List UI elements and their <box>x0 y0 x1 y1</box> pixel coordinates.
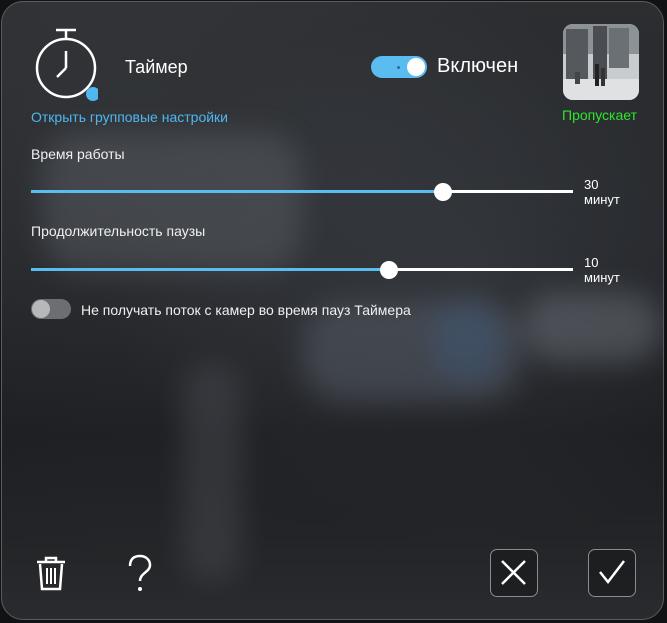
pause-duration-number: 10 <box>584 255 599 270</box>
question-mark-icon[interactable] <box>126 554 154 594</box>
background-blur <box>522 292 662 362</box>
checkmark-icon <box>599 560 625 585</box>
enabled-label: Включен <box>437 55 519 77</box>
background-blur <box>432 302 502 382</box>
work-time-slider[interactable] <box>31 183 573 201</box>
camera-thumbnail[interactable] <box>563 24 639 100</box>
toggle-dot <box>397 66 400 69</box>
pause-duration-slider[interactable] <box>31 261 573 279</box>
work-time-number: 30 <box>584 177 599 192</box>
slider-fill <box>31 268 389 271</box>
slider-handle[interactable] <box>380 261 398 279</box>
camera-status: Пропускает <box>562 107 638 123</box>
close-icon <box>501 560 526 585</box>
toggle-knob <box>407 58 425 76</box>
no-stream-during-pause-toggle[interactable] <box>31 299 71 319</box>
timer-dialog: Таймер Открыть групповые настройки Включ… <box>1 1 664 620</box>
pause-duration-unit: минут <box>584 270 620 285</box>
dialog-title: Таймер <box>125 57 188 77</box>
confirm-button[interactable] <box>588 549 636 597</box>
pause-duration-value: 10 минут <box>584 255 620 285</box>
work-time-unit: минут <box>584 192 620 207</box>
background-blur <box>182 362 242 582</box>
work-time-label: Время работы <box>31 146 125 162</box>
trash-icon[interactable] <box>35 555 67 591</box>
enabled-toggle[interactable] <box>371 56 427 78</box>
stopwatch-icon <box>32 26 100 102</box>
slider-track <box>389 268 573 271</box>
toggle-knob <box>32 300 50 318</box>
work-time-value: 30 минут <box>584 177 620 207</box>
camera-preview-image <box>563 24 639 100</box>
pause-duration-label: Продолжительность паузы <box>31 223 206 239</box>
slider-fill <box>31 190 443 193</box>
slider-track <box>443 190 573 193</box>
group-settings-link[interactable]: Открыть групповые настройки <box>31 109 228 125</box>
cancel-button[interactable] <box>490 549 538 597</box>
slider-handle[interactable] <box>434 183 452 201</box>
no-stream-during-pause-label: Не получать поток с камер во время пауз … <box>81 302 411 318</box>
